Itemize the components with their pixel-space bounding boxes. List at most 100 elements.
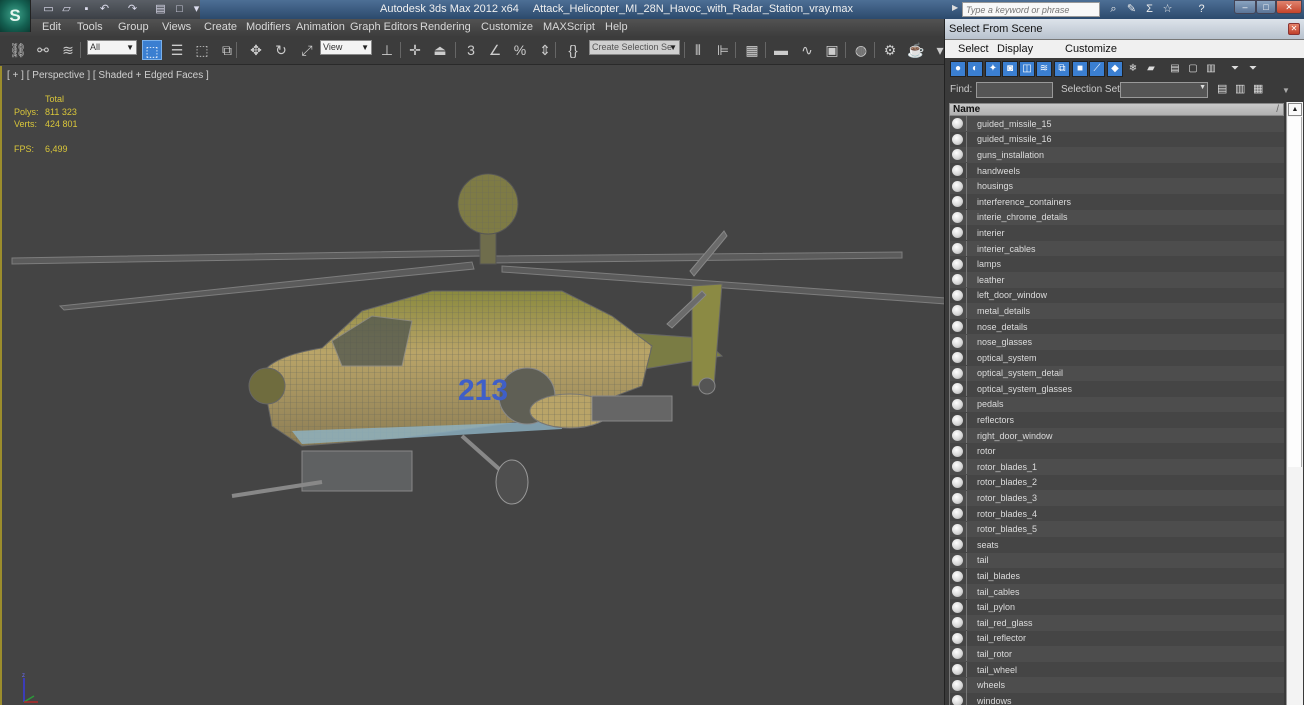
list-item[interactable]: guns_installation (950, 147, 1284, 163)
list-item[interactable]: seats (950, 537, 1284, 553)
list-item[interactable]: tail_pylon (950, 599, 1284, 615)
wrench-icon[interactable]: ✎ (1124, 2, 1139, 17)
select-object-icon[interactable]: ⬚ (142, 40, 162, 60)
menu-edit[interactable]: Edit (42, 21, 61, 33)
list-item[interactable]: handweels (950, 162, 1284, 179)
dialog-menu-select[interactable]: Select (958, 43, 989, 55)
list-item[interactable]: guided_missile_16 (950, 131, 1284, 148)
name-column-header[interactable]: Name / (949, 103, 1284, 116)
find-input[interactable] (976, 82, 1053, 98)
dialog-close-button[interactable]: ✕ (1288, 23, 1300, 35)
menu-animation[interactable]: Animation (296, 21, 345, 33)
list-item[interactable]: rotor_blades_5 (950, 521, 1284, 538)
display-xrefs-icon[interactable]: ■ (1072, 61, 1088, 77)
select-invert-icon[interactable]: ▥ (1203, 61, 1219, 77)
window-crossing-icon[interactable]: ⧉ (217, 40, 237, 60)
graphite-ribbon-icon[interactable]: ▬ (771, 40, 791, 60)
list-item[interactable]: rotor_blades_2 (950, 474, 1284, 491)
list-item[interactable]: interier (950, 225, 1284, 241)
open-file-icon[interactable]: ▱ (60, 3, 73, 15)
rectangular-selection-icon[interactable]: ⬚ (192, 40, 212, 60)
percent-snap-icon[interactable]: % (510, 40, 530, 60)
list-item[interactable]: tail (950, 552, 1284, 569)
helicopter-model[interactable]: 213 (2, 66, 946, 705)
list-item[interactable]: rotor (950, 443, 1284, 460)
list-item[interactable]: windows (950, 692, 1284, 705)
project-folder-icon[interactable]: ▤ (154, 3, 167, 15)
edit-selection-set-icon[interactable]: ▦ (1253, 82, 1263, 95)
align-icon[interactable]: ⊫ (713, 40, 733, 60)
list-item[interactable]: optical_system_detail (950, 365, 1284, 382)
rendered-frame-window-icon[interactable]: ☕ (906, 40, 926, 60)
list-item[interactable]: interie_chrome_details (950, 209, 1284, 226)
mirror-icon[interactable]: ⫴ (688, 40, 708, 60)
list-item[interactable]: tail_reflector (950, 630, 1284, 647)
use-pivot-center-icon[interactable]: ⊥ (377, 40, 397, 60)
display-groups-icon[interactable]: ⧉ (1054, 61, 1070, 77)
filter-options-icon[interactable]: ⏷ (1245, 61, 1261, 77)
select-and-rotate-icon[interactable]: ↻ (271, 40, 291, 60)
select-and-scale-icon[interactable]: ⤢ (297, 40, 317, 60)
list-item[interactable]: reflectors (950, 412, 1284, 428)
list-item[interactable]: metal_details (950, 303, 1284, 319)
menu-tools[interactable]: Tools (77, 21, 103, 33)
display-lights-icon[interactable]: ✦ (985, 61, 1001, 77)
menu-modifiers[interactable]: Modifiers (246, 21, 291, 33)
scroll-thumb[interactable] (1288, 117, 1302, 467)
list-item[interactable]: optical_system_glasses (950, 381, 1284, 397)
list-item[interactable]: housings (950, 178, 1284, 194)
remove-selection-set-icon[interactable]: ▥ (1235, 82, 1245, 95)
display-cameras-icon[interactable]: ◙ (1002, 61, 1018, 77)
keyboard-shortcut-override-icon[interactable]: ⏏ (430, 40, 450, 60)
list-item[interactable]: lamps (950, 256, 1284, 272)
redo-icon[interactable]: ↷ (126, 3, 139, 15)
list-item[interactable]: nose_glasses (950, 334, 1284, 350)
edit-named-selection-icon[interactable]: {} (563, 40, 583, 60)
curve-editor-icon[interactable]: ∿ (797, 40, 817, 60)
help-icon[interactable]: ? (1194, 2, 1209, 17)
workspace-icon[interactable]: □ (173, 3, 186, 15)
list-item[interactable]: tail_cables (950, 583, 1284, 600)
material-editor-icon[interactable]: ◍ (851, 40, 871, 60)
list-item[interactable]: right_door_window (950, 427, 1284, 444)
unlink-icon[interactable]: ⚯ (33, 40, 53, 60)
select-none-icon[interactable]: ▢ (1185, 61, 1201, 77)
filter-icon[interactable]: ⏷ (1227, 61, 1243, 77)
list-item[interactable]: leather (950, 271, 1284, 288)
dialog-menu-display[interactable]: Display (997, 43, 1033, 55)
select-by-name-icon[interactable]: ☰ (167, 40, 187, 60)
menu-help[interactable]: Help (605, 21, 628, 33)
list-item[interactable]: wheels (950, 677, 1284, 693)
create-selection-set-icon[interactable]: ▤ (1217, 82, 1227, 95)
dialog-title-bar[interactable]: Select From Scene ✕ (945, 19, 1304, 40)
maximize-button[interactable]: □ (1256, 0, 1276, 14)
list-scrollbar[interactable]: ▲ (1286, 102, 1303, 705)
named-selection-sets-dropdown[interactable]: Create Selection Se ▼ (589, 40, 680, 55)
list-item[interactable]: tail_red_glass (950, 615, 1284, 631)
list-item[interactable]: tail_wheel (950, 661, 1284, 678)
binoculars-icon[interactable]: ⌕ (1106, 2, 1121, 17)
select-and-link-icon[interactable]: ⛓ (8, 40, 28, 60)
selection-filter-dropdown[interactable]: All ▼ (87, 40, 137, 55)
spinner-snap-icon[interactable]: ⇕ (535, 40, 555, 60)
menu-views[interactable]: Views (162, 21, 191, 33)
save-icon[interactable]: ▪ (80, 3, 93, 15)
select-all-icon[interactable]: ▤ (1167, 61, 1183, 77)
satellite-icon[interactable]: Σ (1142, 2, 1157, 17)
list-item[interactable]: interference_containers (950, 193, 1284, 210)
customize-dropdown-icon[interactable]: ▾ (190, 3, 203, 15)
expand-search-icon[interactable]: ▶ (952, 3, 958, 12)
list-item[interactable]: tail_rotor (950, 646, 1284, 662)
list-item[interactable]: guided_missile_15 (950, 116, 1284, 132)
display-space-warps-icon[interactable]: ≋ (1036, 61, 1052, 77)
perspective-viewport[interactable]: [ + ] [ Perspective ] [ Shaded + Edged F… (0, 66, 946, 705)
display-shapes-icon[interactable]: ◐ (967, 61, 983, 77)
new-file-icon[interactable]: ▭ (42, 3, 55, 15)
menu-create[interactable]: Create (204, 21, 237, 33)
list-item[interactable]: pedals (950, 396, 1284, 413)
list-item[interactable]: left_door_window (950, 287, 1284, 304)
display-frozen-icon[interactable]: ❄ (1125, 61, 1141, 77)
minimize-button[interactable]: – (1234, 0, 1256, 14)
render-setup-icon[interactable]: ⚙ (880, 40, 900, 60)
selection-set-dropdown[interactable]: ▼ (1120, 82, 1208, 98)
